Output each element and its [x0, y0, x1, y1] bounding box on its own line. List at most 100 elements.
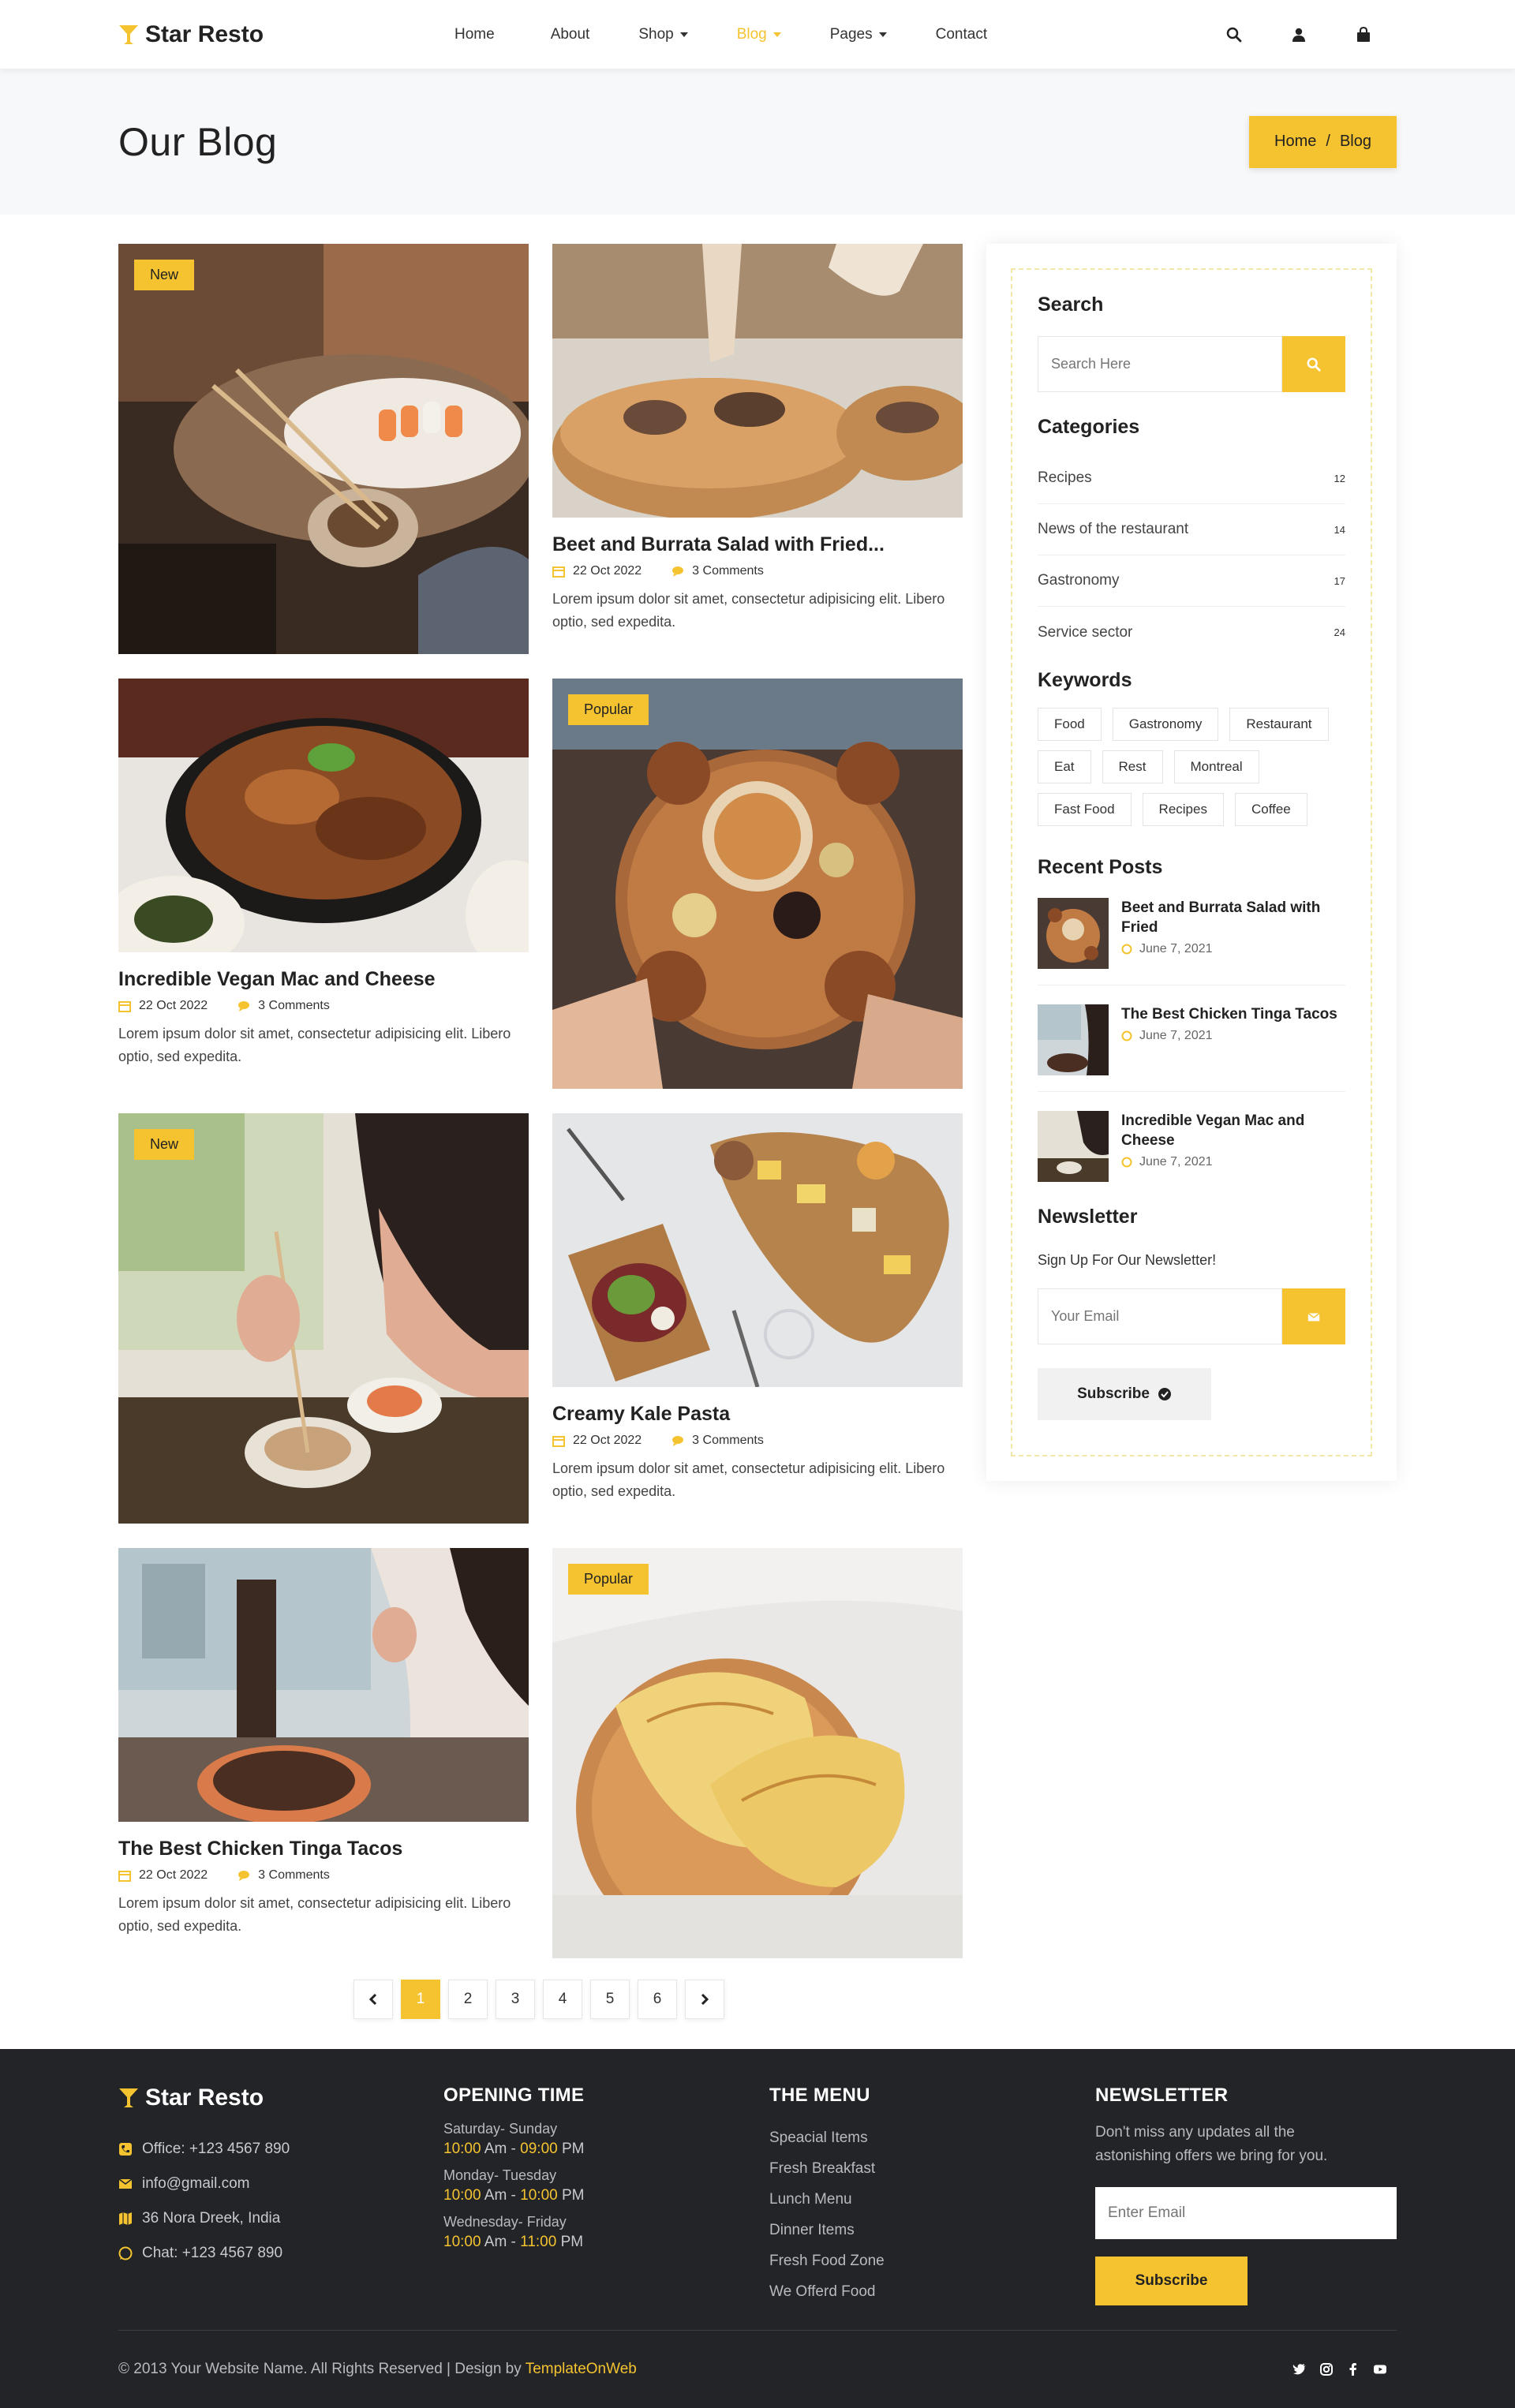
post-date: 22 Oct 2022 — [573, 564, 642, 578]
breadcrumb-home[interactable]: Home — [1274, 133, 1316, 151]
category-item[interactable]: Gastronomy 17 — [1038, 555, 1345, 607]
instagram-icon[interactable] — [1319, 2362, 1334, 2376]
next-page-button[interactable] — [685, 1980, 724, 2019]
recent-post[interactable]: The Best Chicken Tinga Tacos June 7, 202… — [1038, 1004, 1345, 1092]
page-button-5[interactable]: 5 — [590, 1980, 630, 2019]
keyword-tag[interactable]: Gastronomy — [1112, 708, 1219, 741]
category-item[interactable]: Service sector 24 — [1038, 607, 1345, 658]
open-suffix: Am - — [481, 2141, 521, 2157]
recent-post[interactable]: Beet and Burrata Salad with Fried June 7… — [1038, 898, 1345, 985]
newsletter-send-button[interactable] — [1282, 1288, 1345, 1344]
recent-post-thumb[interactable] — [1038, 1004, 1109, 1075]
footer-menu-link[interactable]: Lunch Menu — [769, 2184, 885, 2215]
subscribe-button[interactable]: Subscribe — [1038, 1368, 1211, 1420]
envelope-icon — [1307, 1312, 1320, 1321]
close-time: 10:00 — [520, 2187, 558, 2204]
post-image-burrata[interactable] — [552, 244, 963, 518]
clock-icon — [1121, 1030, 1132, 1041]
designer-link[interactable]: TemplateOnWeb — [526, 2361, 637, 2377]
search-input[interactable] — [1038, 336, 1282, 392]
post-image-vegan-mac[interactable] — [118, 679, 529, 952]
footer-subscribe-button[interactable]: Subscribe — [1095, 2257, 1248, 2305]
footer-address[interactable]: 36 Nora Dreek, India — [118, 2201, 290, 2236]
post-meta: 22 Oct 2022 3 Comments — [118, 999, 529, 1013]
recent-post-title[interactable]: Incredible Vegan Mac and Cheese — [1121, 1111, 1345, 1150]
post-comments[interactable]: 3 Comments — [258, 1868, 330, 1883]
footer-menu-link[interactable]: Dinner Items — [769, 2215, 885, 2245]
post-title[interactable]: Creamy Kale Pasta — [552, 1403, 963, 1426]
footer-menu-link[interactable]: Speacial Items — [769, 2122, 885, 2153]
post-comments[interactable]: 3 Comments — [258, 999, 330, 1013]
post-comments[interactable]: 3 Comments — [692, 1434, 764, 1448]
search-icon[interactable] — [1226, 27, 1242, 43]
recent-post-date-row: June 7, 2021 — [1121, 1029, 1337, 1043]
recent-post-title[interactable]: Beet and Burrata Salad with Fried — [1121, 898, 1345, 937]
open-suffix: Am - — [481, 2234, 521, 2250]
post-title[interactable]: Incredible Vegan Mac and Cheese — [118, 968, 529, 991]
keyword-tag[interactable]: Rest — [1102, 750, 1163, 783]
keyword-tag[interactable]: Eat — [1038, 750, 1091, 783]
thumb-photo — [1038, 1004, 1109, 1075]
post-title[interactable]: The Best Chicken Tinga Tacos — [118, 1838, 529, 1860]
post-card: The Best Chicken Tinga Tacos 22 Oct 2022… — [118, 1548, 529, 1938]
nav-contact[interactable]: Contact — [936, 26, 987, 43]
keyword-tag[interactable]: Recipes — [1142, 793, 1224, 826]
footer-menu-link[interactable]: Fresh Breakfast — [769, 2153, 885, 2184]
search-button[interactable] — [1282, 336, 1345, 392]
keyword-tag[interactable]: Food — [1038, 708, 1102, 741]
keyword-tag[interactable]: Fast Food — [1038, 793, 1132, 826]
footer-menu-link[interactable]: Fresh Food Zone — [769, 2245, 885, 2276]
category-item[interactable]: News of the restaurant 14 — [1038, 504, 1345, 555]
keyword-tag[interactable]: Restaurant — [1229, 708, 1329, 741]
category-label: Recipes — [1038, 469, 1092, 486]
nav-about[interactable]: About — [551, 26, 590, 43]
footer-newsletter-text: Don't miss any updates all the astonishi… — [1095, 2124, 1328, 2164]
post-image-burgers[interactable]: Popular — [552, 679, 963, 1089]
recent-post-thumb[interactable] — [1038, 1111, 1109, 1182]
nav-blog[interactable]: Blog — [737, 26, 781, 43]
keyword-tag[interactable]: Montreal — [1173, 750, 1259, 783]
recent-post[interactable]: Incredible Vegan Mac and Cheese June 7, … — [1038, 1111, 1345, 1198]
nav-home[interactable]: Home — [454, 26, 495, 43]
page-button-3[interactable]: 3 — [496, 1980, 535, 2019]
footer-contact-text: 36 Nora Dreek, India — [142, 2210, 281, 2227]
comments-icon — [238, 1001, 250, 1011]
post-image-kale-pasta[interactable] — [552, 1113, 963, 1387]
post-card: Popular — [552, 679, 963, 1089]
facebook-icon[interactable] — [1346, 2362, 1360, 2376]
page-button-1[interactable]: 1 — [401, 1980, 440, 2019]
post-title[interactable]: Beet and Burrata Salad with Fried... — [552, 533, 963, 556]
footer-chat[interactable]: Chat: +123 4567 890 — [118, 2236, 290, 2271]
logo[interactable]: Star Resto — [118, 21, 336, 48]
recent-post-thumb[interactable] — [1038, 898, 1109, 969]
post-image-sushi[interactable]: New — [118, 244, 529, 654]
shopping-bag-icon[interactable] — [1356, 26, 1371, 43]
category-item[interactable]: Recipes 12 — [1038, 453, 1345, 504]
newsletter-email-input[interactable] — [1038, 1288, 1282, 1344]
footer-phone[interactable]: Office: +123 4567 890 — [118, 2132, 290, 2167]
post-comments[interactable]: 3 Comments — [692, 564, 764, 578]
page-button-6[interactable]: 6 — [638, 1980, 677, 2019]
footer-email-input[interactable] — [1095, 2187, 1397, 2239]
post-image-chopsticks[interactable]: New — [118, 1113, 529, 1524]
user-icon[interactable] — [1291, 27, 1307, 43]
post-image-tinga-tacos[interactable] — [118, 1548, 529, 1822]
page-button-4[interactable]: 4 — [543, 1980, 582, 2019]
prev-page-button[interactable] — [354, 1980, 393, 2019]
nav-shop[interactable]: Shop — [638, 26, 688, 43]
chevron-right-icon — [701, 1993, 709, 2006]
youtube-icon[interactable] — [1373, 2362, 1387, 2376]
footer-menu-link[interactable]: We Offerd Food — [769, 2276, 885, 2307]
footer-logo[interactable]: Star Resto — [118, 2085, 290, 2111]
twitter-icon[interactable] — [1292, 2362, 1307, 2376]
nav-pages[interactable]: Pages — [830, 26, 887, 43]
calendar-icon — [552, 1436, 565, 1447]
page-button-2[interactable]: 2 — [448, 1980, 488, 2019]
post-photo — [552, 1548, 963, 1958]
calendar-icon — [118, 1001, 131, 1012]
footer-email[interactable]: info@gmail.com — [118, 2167, 290, 2201]
post-image-crepes[interactable]: Popular — [552, 1548, 963, 1958]
recent-post-title[interactable]: The Best Chicken Tinga Tacos — [1121, 1004, 1337, 1024]
keyword-tag[interactable]: Coffee — [1234, 793, 1307, 826]
category-label: News of the restaurant — [1038, 521, 1189, 537]
